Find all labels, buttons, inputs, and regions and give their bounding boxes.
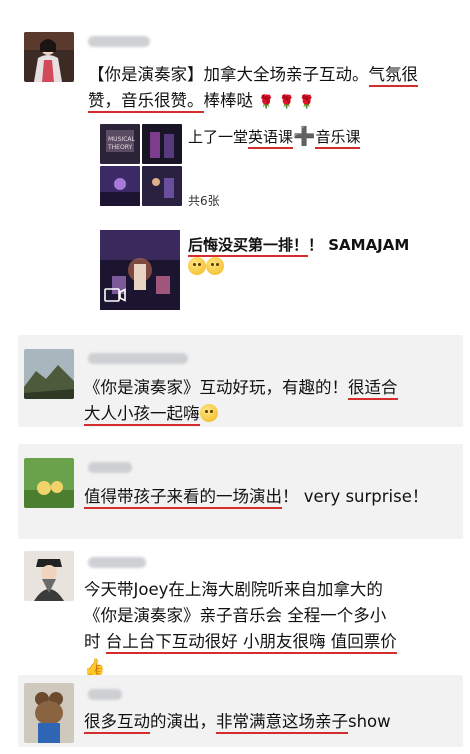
avatar[interactable] — [24, 683, 74, 743]
photo-thumbnail[interactable] — [100, 166, 140, 206]
underlined-text: 大人小孩一起嗨 — [84, 404, 200, 426]
comment-text-part: 今天带Joey在上海大剧院听来自加拿大的 — [84, 580, 383, 599]
comment-text-part: ！ very surprise！ — [282, 487, 429, 506]
post-text: 【你是演奏家】加拿大全场亲子互动。气氛很 赞，音乐很赞。棒棒哒 🌹 🌹 🌹 — [88, 62, 453, 116]
video-camera-icon — [104, 287, 126, 306]
underlined-text: 英语课 — [248, 128, 294, 149]
underlined-text: 赞，音乐很赞。 — [88, 91, 204, 113]
comment-text: 很多互动的演出，非常满意这场亲子show — [84, 709, 453, 735]
plus-icon: ➕ — [293, 126, 316, 147]
avatar[interactable] — [24, 349, 74, 399]
user-name-blurred — [88, 462, 132, 473]
comment-item: 今天带Joey在上海大剧院听来自加拿大的 《你是演奏家》亲子音乐会 全程一个多小… — [18, 541, 463, 678]
caption-text: ！ SAMAJAM — [308, 236, 410, 254]
comment-text-part: show — [348, 712, 391, 731]
comment-text: 值得带孩子来看的一场演出！ very surprise！ — [84, 484, 453, 510]
photo-count: 共6张 — [188, 194, 220, 208]
svg-text:MUSICAL: MUSICAL — [108, 136, 135, 143]
comment-text-part: 时 — [84, 632, 106, 651]
underlined-text: 很多互动 — [84, 712, 150, 734]
underlined-text: 台上台下互动很好 小朋友很嗨 值回票价 — [105, 632, 397, 654]
caption-text: 上了一堂 — [188, 128, 249, 146]
avatar[interactable] — [24, 32, 74, 82]
photo-thumbnail[interactable]: MUSICAL THEORY — [100, 124, 140, 164]
user-name-blurred — [88, 353, 188, 364]
shared-link-photos[interactable]: MUSICAL THEORY — [100, 124, 182, 206]
user-name-blurred — [88, 689, 122, 700]
grin-emoji-icon — [206, 257, 224, 275]
comment-item: 《你是演奏家》互动好玩，有趣的！很适合 大人小孩一起嗨 — [18, 335, 463, 427]
underlined-text: 非常满意这场亲子 — [216, 712, 348, 734]
photo-thumbnail[interactable] — [142, 124, 182, 164]
comment-text: 《你是演奏家》互动好玩，有趣的！很适合 大人小孩一起嗨 — [84, 375, 453, 427]
comment-text: 今天带Joey在上海大剧院听来自加拿大的 《你是演奏家》亲子音乐会 全程一个多小… — [84, 577, 453, 681]
underlined-text: 气氛很 — [368, 65, 418, 87]
post-text-part: 棒棒哒 — [203, 91, 254, 110]
shared-link-caption: 上了一堂英语课➕音乐课 — [188, 126, 361, 149]
grin-emoji-icon — [188, 257, 206, 275]
comment-text-part: 《你是演奏家》互动好玩，有趣的！ — [84, 378, 348, 397]
moments-post: 【你是演奏家】加拿大全场亲子互动。气氛很 赞，音乐很赞。棒棒哒 🌹 🌹 🌹 MU… — [18, 22, 463, 322]
grin-emoji-icon — [199, 404, 218, 422]
avatar[interactable] — [24, 458, 74, 508]
user-name-blurred — [88, 557, 146, 568]
user-name-blurred — [88, 36, 150, 47]
underlined-text: 音乐课 — [315, 128, 361, 149]
comment-item: 值得带孩子来看的一场演出！ very surprise！ — [18, 444, 463, 539]
avatar[interactable] — [24, 551, 74, 601]
video-thumbnail[interactable] — [100, 230, 180, 310]
comment-text-part: 《你是演奏家》亲子音乐会 全程一个多小 — [84, 606, 387, 625]
photo-thumbnail[interactable] — [142, 166, 182, 206]
rose-icon: 🌹 🌹 🌹 — [258, 95, 316, 110]
svg-text:THEORY: THEORY — [107, 144, 132, 151]
post-text-part: 【你是演奏家】加拿大全场亲子互动。 — [88, 65, 369, 84]
comment-feed: 【你是演奏家】加拿大全场亲子互动。气氛很 赞，音乐很赞。棒棒哒 🌹 🌹 🌹 MU… — [0, 0, 470, 754]
underlined-text: 后悔没买第一排！ — [188, 236, 309, 257]
underlined-text: 很适合 — [348, 378, 398, 400]
comment-item: 很多互动的演出，非常满意这场亲子show — [18, 675, 463, 747]
comment-text-part: 的演出， — [150, 712, 216, 731]
underlined-text: 值得带孩子来看的一场演出 — [84, 487, 282, 509]
video-caption: 后悔没买第一排！！ SAMAJAM — [188, 234, 409, 278]
